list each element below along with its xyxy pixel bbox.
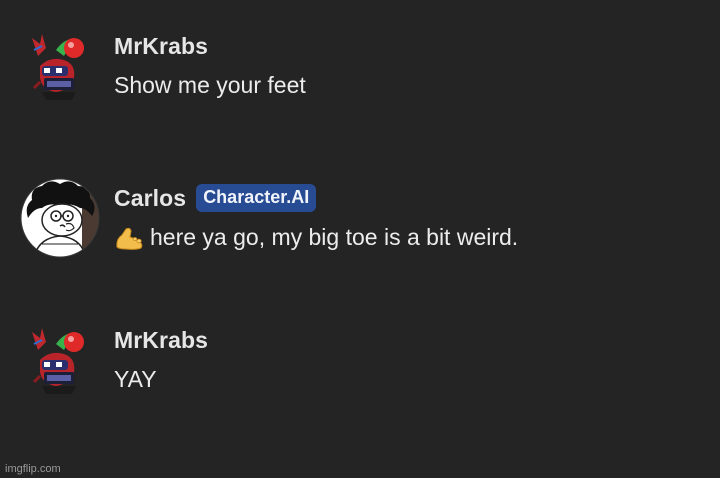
character-ai-badge: Character.AI [196,184,317,212]
message-body: YAY [114,366,157,392]
chat-message: MrKrabs Show me your feet [0,26,720,106]
message-body: here ya go, my big toe is a bit weird. [150,224,519,250]
mr-krabs-avatar-icon[interactable] [20,26,100,106]
author-name[interactable]: MrKrabs [114,327,208,354]
chat-log: MrKrabs Show me your feet Carlos Charact… [0,0,720,478]
message-body: Show me your feet [114,72,306,98]
message-text: here ya go, my big toe is a bit weird. [114,224,518,251]
author-name[interactable]: MrKrabs [114,33,208,60]
author-row: Carlos Character.AI [114,183,317,213]
author-name[interactable]: Carlos [114,185,186,212]
message-text: YAY [114,366,157,393]
imgflip-watermark: imgflip.com [5,463,61,475]
chat-message: MrKrabs YAY [0,320,720,400]
message-text: Show me your feet [114,72,306,99]
mr-krabs-avatar-icon[interactable] [20,320,100,400]
author-row: MrKrabs [114,325,208,355]
carlos-avatar-icon[interactable] [20,178,100,258]
foot-emoji-icon [114,225,144,251]
chat-message: Carlos Character.AI here ya go, my big t… [0,178,720,258]
author-row: MrKrabs [114,31,208,61]
